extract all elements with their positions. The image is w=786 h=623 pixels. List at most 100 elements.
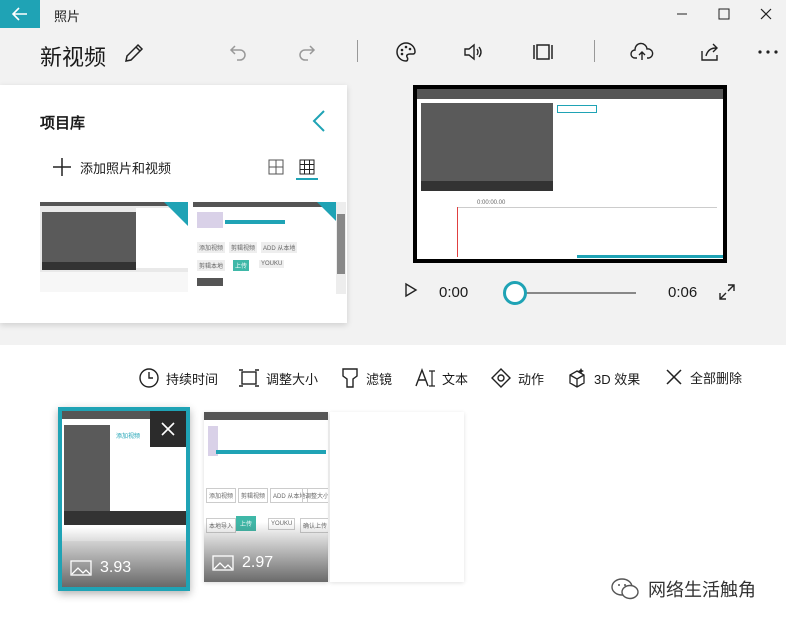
remove-all-button[interactable]: 全部删除 (664, 367, 742, 387)
back-arrow-icon (12, 7, 27, 21)
close-window-button[interactable] (746, 0, 786, 28)
cloud-upload-icon (630, 42, 654, 60)
more-icon (758, 50, 778, 54)
watermark-text: 网络生活触角 (648, 580, 756, 600)
storyboard-card[interactable]: 添加视频 3.93 (58, 407, 190, 591)
resize-icon (239, 369, 259, 387)
selected-corner-marker (164, 202, 188, 226)
close-icon (666, 369, 682, 385)
title-bar: 照片 (0, 0, 786, 28)
preview-video-area (421, 103, 553, 181)
empty-storyboard-slot[interactable] (330, 412, 464, 582)
seek-slider-thumb[interactable] (503, 281, 527, 305)
plus-icon (53, 158, 71, 176)
preview-controls (421, 181, 553, 191)
add-media-button[interactable]: 添加照片和视频 (52, 157, 171, 177)
app-title: 照片 (54, 9, 81, 24)
library-scrollbar[interactable] (336, 202, 346, 294)
small-view-button[interactable] (299, 159, 317, 177)
thumb-button (197, 278, 223, 286)
close-icon (760, 8, 772, 20)
expand-icon (719, 284, 735, 300)
toolbar-separator (594, 40, 595, 62)
card-progress (216, 450, 326, 454)
wechat-logo-icon (611, 578, 639, 600)
play-button[interactable] (404, 282, 424, 302)
duration-button[interactable]: 持续时间 (138, 367, 218, 389)
card-shade (62, 527, 186, 587)
thumb-progress (225, 220, 285, 224)
fullscreen-button[interactable] (718, 283, 736, 306)
scrollbar-thumb[interactable] (337, 214, 345, 274)
share-button[interactable] (694, 38, 726, 66)
thumb-label: ADD 从本地 (261, 242, 298, 253)
library-item[interactable] (40, 202, 188, 292)
preview-timecode: 0:00:00.00 (477, 200, 506, 206)
add-media-label: 添加照片和视频 (80, 160, 172, 176)
undo-button[interactable] (222, 38, 254, 66)
card-option: 添加视频 (206, 488, 237, 503)
library-title: 项目库 (40, 115, 86, 132)
motion-button[interactable]: 动作 (490, 367, 544, 389)
card-shade (204, 522, 328, 582)
maximize-icon (718, 8, 730, 20)
preview-tab (557, 105, 597, 113)
clock-icon (139, 368, 159, 388)
motion-icon (491, 368, 511, 388)
minimize-button[interactable] (662, 0, 702, 28)
chevron-left-icon (312, 110, 325, 132)
filter-icon (342, 368, 358, 388)
card-topbar (204, 412, 328, 420)
card-option: 剪辑视频 (238, 488, 269, 503)
current-time: 0:00 (439, 284, 469, 301)
close-icon (161, 422, 175, 436)
large-view-button[interactable] (268, 159, 286, 177)
palette-icon (396, 42, 416, 62)
card-option: 调整大小 (302, 488, 328, 503)
remove-card-button[interactable] (150, 411, 186, 447)
card-tab-label: 添加视频 (116, 434, 141, 440)
redo-button[interactable] (291, 38, 323, 66)
collapse-library-button[interactable] (312, 109, 326, 138)
library-item[interactable]: 添加视频 剪辑视频 ADD 从本地 剪辑本地 上传 YOUKU (193, 202, 341, 292)
filters-button[interactable]: 滤镜 (340, 367, 392, 389)
3d-effects-button[interactable]: 3D 效果 (566, 367, 640, 389)
project-library-panel: 项目库 添加照片和视频 添加视频 剪辑视频 ADD 从本地 剪辑本地 上传 YO… (0, 85, 347, 323)
grid-large-icon (268, 159, 284, 175)
seek-track[interactable] (514, 292, 636, 294)
rename-button[interactable] (123, 42, 145, 69)
3d-effects-icon (569, 368, 585, 388)
grid-small-icon (299, 159, 315, 175)
view-active-indicator (296, 178, 318, 180)
audio-button[interactable] (458, 38, 490, 66)
thumb-label: 剪辑视频 (229, 242, 258, 253)
project-title: 新视频 (40, 45, 107, 70)
speaker-icon (464, 43, 482, 61)
duration-value: 3.93 (100, 559, 132, 576)
thumb-video-area (42, 212, 136, 262)
tool-label: 滤镜 (366, 371, 393, 387)
back-button[interactable] (0, 0, 40, 28)
image-icon (70, 560, 92, 576)
preview-playhead (457, 207, 458, 257)
more-options-button[interactable] (752, 38, 784, 66)
video-preview[interactable]: 0:00:00.00 (413, 85, 727, 263)
play-icon (405, 282, 418, 298)
duration-value: 2.97 (242, 554, 274, 571)
total-time: 0:06 (668, 284, 698, 301)
export-button[interactable] (626, 38, 658, 66)
theme-button[interactable] (390, 38, 422, 66)
thumb-controls (42, 262, 136, 270)
thumb-label: 剪辑本地 (197, 260, 226, 271)
image-icon (212, 555, 234, 571)
maximize-button[interactable] (704, 0, 744, 28)
tool-label: 动作 (518, 371, 545, 387)
storyboard-card[interactable]: 添加视频 剪辑视频 ADD 从本地 调整大小 本地导入 上传 YOUKU 确认上… (204, 412, 328, 582)
text-button[interactable]: 文本 (414, 367, 468, 389)
card-duration: 3.93 (70, 559, 131, 577)
aspect-ratio-button[interactable] (527, 38, 559, 66)
resize-button[interactable]: 调整大小 (238, 367, 318, 389)
aspect-ratio-icon (533, 44, 553, 60)
preview-progress (577, 255, 723, 258)
watermark: 网络生活触角 (610, 576, 756, 602)
